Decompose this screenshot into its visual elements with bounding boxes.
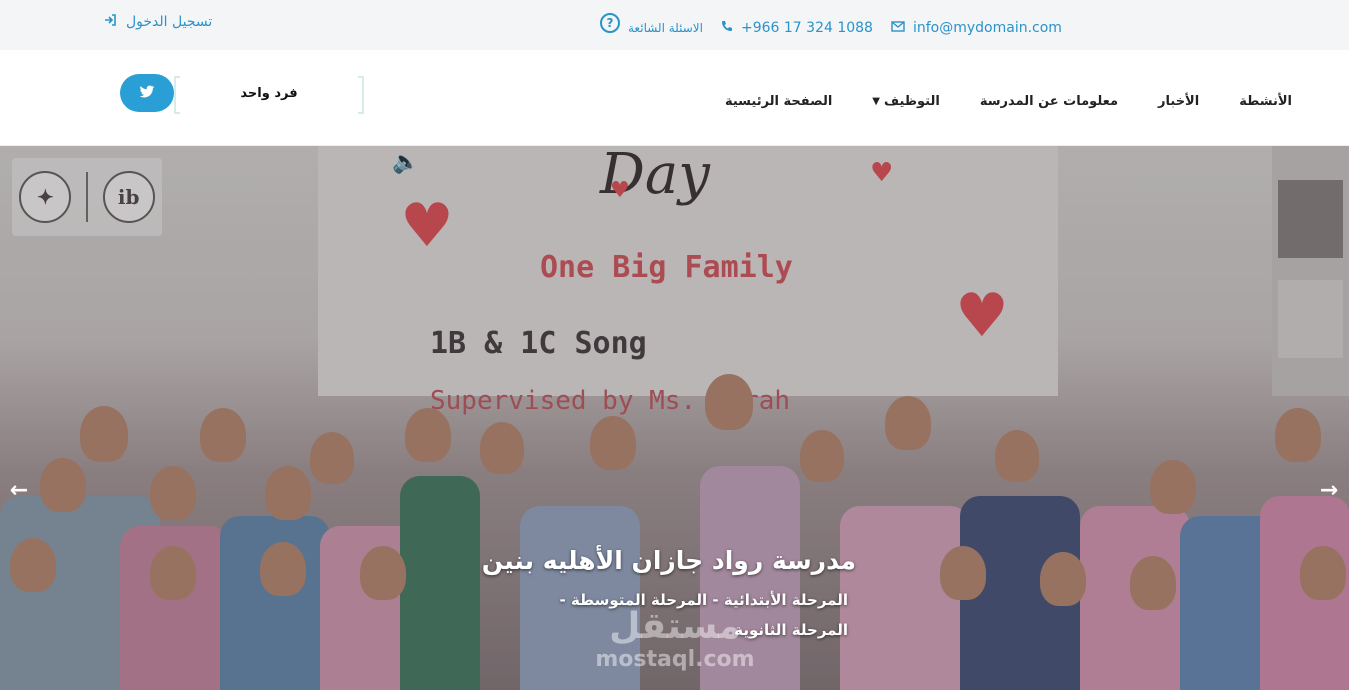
main-menu: الصفحة الرئيسية التوظيف ▼ معلومات عن الم… (725, 94, 1292, 109)
phone-number: +966 17 324 1088 (741, 20, 873, 36)
logo-bracket-left (174, 76, 180, 114)
faq-link[interactable]: ? (600, 13, 620, 33)
menu-item-careers[interactable]: التوظيف ▼ (872, 94, 940, 109)
logo-bracket-right (358, 76, 364, 114)
login-link[interactable]: تسجيل الدخول (104, 14, 212, 30)
menu-item-label: الصفحة الرئيسية (724, 94, 833, 109)
menu-item-activities[interactable]: الأنشطة (1239, 94, 1292, 109)
email-address: info@mydomain.com (912, 20, 1062, 36)
main-navbar: فرد واحد الصفحة الرئيسية التوظيف ▼ معلوم… (0, 50, 1349, 146)
faq-label: الاسئلة الشائعة (628, 21, 703, 35)
twitter-button[interactable] (120, 74, 174, 112)
menu-item-news[interactable]: الأخبار (1158, 94, 1199, 109)
menu-item-about[interactable]: معلومات عن المدرسة (980, 94, 1118, 109)
menu-item-home[interactable]: الصفحة الرئيسية (725, 94, 832, 109)
phone-icon (721, 20, 733, 36)
arrow-right-icon: → (1319, 478, 1339, 503)
contact-info: ? الاسئلة الشائعة +966 17 324 1088 info@… (600, 10, 1062, 36)
hero-slider: ✦ ib 🔈 Day ♥ ♥ ♥ ♥ One Big Family 1B & 1… (0, 146, 1349, 690)
site-logo[interactable]: فرد واحد (184, 86, 354, 101)
envelope-icon (891, 20, 905, 36)
phone-item[interactable]: +966 17 324 1088 (721, 20, 873, 36)
login-icon (104, 14, 116, 30)
faq-label-wrap[interactable]: الاسئلة الشائعة (628, 21, 703, 35)
slider-next-button[interactable]: → (1318, 480, 1340, 502)
watermark-arabic: مستقل (609, 606, 741, 647)
mostaql-watermark: مستقل mostaql.com (590, 606, 760, 672)
email-item[interactable]: info@mydomain.com (891, 20, 1062, 36)
menu-item-label: الأنشطة (1239, 94, 1292, 109)
menu-item-label: معلومات عن المدرسة (979, 94, 1119, 109)
menu-item-label: الأخبار (1158, 94, 1200, 109)
watermark-latin: mostaql.com (595, 647, 755, 672)
menu-item-label: التوظيف (884, 94, 940, 109)
slider-prev-button[interactable]: ← (8, 480, 30, 502)
twitter-icon (139, 84, 155, 103)
caret-down-icon: ▼ (872, 96, 880, 107)
arrow-left-icon: ← (9, 478, 29, 503)
login-label: تسجيل الدخول (126, 14, 213, 30)
hero-title: مدرسة رواد جازان الأهليه بنين (481, 546, 856, 575)
top-bar: تسجيل الدخول ? الاسئلة الشائعة +966 17 3… (0, 0, 1349, 50)
help-circle-icon: ? (600, 13, 620, 33)
